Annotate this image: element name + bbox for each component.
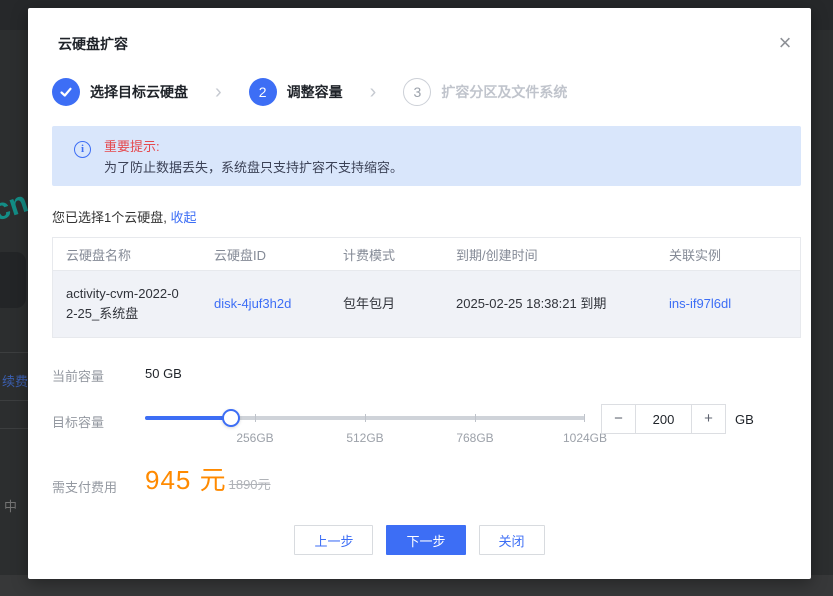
column-header-expire-time: 到期/创建时间 <box>443 245 656 264</box>
slider-tick <box>584 414 585 422</box>
step-3-label: 扩容分区及文件系统 <box>441 82 567 102</box>
close-button[interactable]: 关闭 <box>479 525 545 555</box>
table-header-row: 云硬盘名称 云硬盘ID 计费模式 到期/创建时间 关联实例 <box>53 238 800 271</box>
slider-tick-label: 512GB <box>330 431 400 445</box>
next-step-button[interactable]: 下一步 <box>386 525 465 555</box>
info-icon: i <box>74 141 91 158</box>
instance-link[interactable]: ins-if97l6dl <box>669 296 731 311</box>
background-divider <box>0 400 28 401</box>
step-1-select-disk: 选择目标云硬盘 <box>52 78 188 106</box>
minus-button[interactable]: − <box>601 404 635 434</box>
slider-tick <box>255 414 256 422</box>
column-header-instance: 关联实例 <box>656 245 802 264</box>
cell-disk-name: activity-cvm-2022-02-25_系统盘 <box>53 284 201 324</box>
capacity-input[interactable] <box>635 404 692 434</box>
check-icon <box>52 78 80 106</box>
modal-title: 云硬盘扩容 <box>58 34 128 54</box>
cell-disk-id: disk-4juf3h2d <box>201 294 330 314</box>
step-indicator: 选择目标云硬盘 › 2 调整容量 › 3 扩容分区及文件系统 <box>52 78 567 106</box>
alert-body: 为了防止数据丢失，系统盘只支持扩容不支持缩容。 <box>104 158 403 178</box>
selected-disk-table: 云硬盘名称 云硬盘ID 计费模式 到期/创建时间 关联实例 activity-c… <box>52 237 801 338</box>
capacity-stepper: − + GB <box>601 404 754 434</box>
cell-instance: ins-if97l6dl <box>656 294 802 314</box>
step-2-adjust-capacity: 2 调整容量 <box>249 78 343 106</box>
chevron-right-icon: › <box>370 78 377 106</box>
step-3-expand-partition: 3 扩容分区及文件系统 <box>403 78 567 106</box>
selection-text: 您已选择1个云硬盘, <box>52 210 167 225</box>
column-header-billing-mode: 计费模式 <box>330 245 443 264</box>
step-3-number: 3 <box>403 78 431 106</box>
background-partial-text: 中 <box>4 496 17 515</box>
fee-amount: 945 元 <box>145 460 227 497</box>
important-notice-alert: i 重要提示: 为了防止数据丢失，系统盘只支持扩容不支持缩容。 <box>52 126 801 186</box>
slider-handle[interactable] <box>222 409 240 427</box>
slider-fill <box>145 416 231 420</box>
capacity-slider: 256GB 512GB 768GB 1024GB <box>145 409 585 427</box>
collapse-link[interactable]: 收起 <box>170 210 196 225</box>
cell-billing-mode: 包年包月 <box>330 294 443 314</box>
column-header-disk-id: 云硬盘ID <box>201 245 330 264</box>
chevron-right-icon: › <box>215 78 222 106</box>
step-2-number: 2 <box>249 78 277 106</box>
background-divider <box>0 352 28 353</box>
slider-tick <box>475 414 476 422</box>
background-shape <box>0 252 26 308</box>
selection-summary: 您已选择1个云硬盘, 收起 <box>52 207 196 226</box>
fee-original-price: 1890元 <box>229 474 271 493</box>
disk-id-link[interactable]: disk-4juf3h2d <box>214 296 291 311</box>
disk-expand-modal: 云硬盘扩容 × 选择目标云硬盘 › 2 调整容量 › 3 扩容分区及文件系统 i… <box>28 8 811 579</box>
current-capacity-label: 当前容量 <box>52 366 104 385</box>
slider-tick-label: 768GB <box>440 431 510 445</box>
close-icon[interactable]: × <box>771 30 799 58</box>
background-renew-link: 续费 <box>2 371 28 390</box>
capacity-unit-label: GB <box>735 412 754 427</box>
table-row: activity-cvm-2022-02-25_系统盘 disk-4juf3h2… <box>53 271 800 337</box>
background-divider <box>0 428 28 429</box>
step-2-label: 调整容量 <box>287 82 343 102</box>
slider-tick-label: 256GB <box>220 431 290 445</box>
slider-tick <box>365 414 366 422</box>
plus-button[interactable]: + <box>692 404 726 434</box>
fee-value: 945 元 1890元 <box>145 460 271 497</box>
column-header-disk-name: 云硬盘名称 <box>53 245 201 264</box>
step-1-label: 选择目标云硬盘 <box>90 82 188 102</box>
target-capacity-label: 目标容量 <box>52 412 104 431</box>
modal-footer: 上一步 下一步 关闭 <box>28 525 811 555</box>
prev-step-button[interactable]: 上一步 <box>294 525 373 555</box>
current-capacity-value: 50 GB <box>145 366 182 381</box>
fee-label: 需支付费用 <box>52 477 117 496</box>
alert-title: 重要提示: <box>104 137 160 157</box>
cell-expire-time: 2025-02-25 18:38:21 到期 <box>443 294 656 314</box>
